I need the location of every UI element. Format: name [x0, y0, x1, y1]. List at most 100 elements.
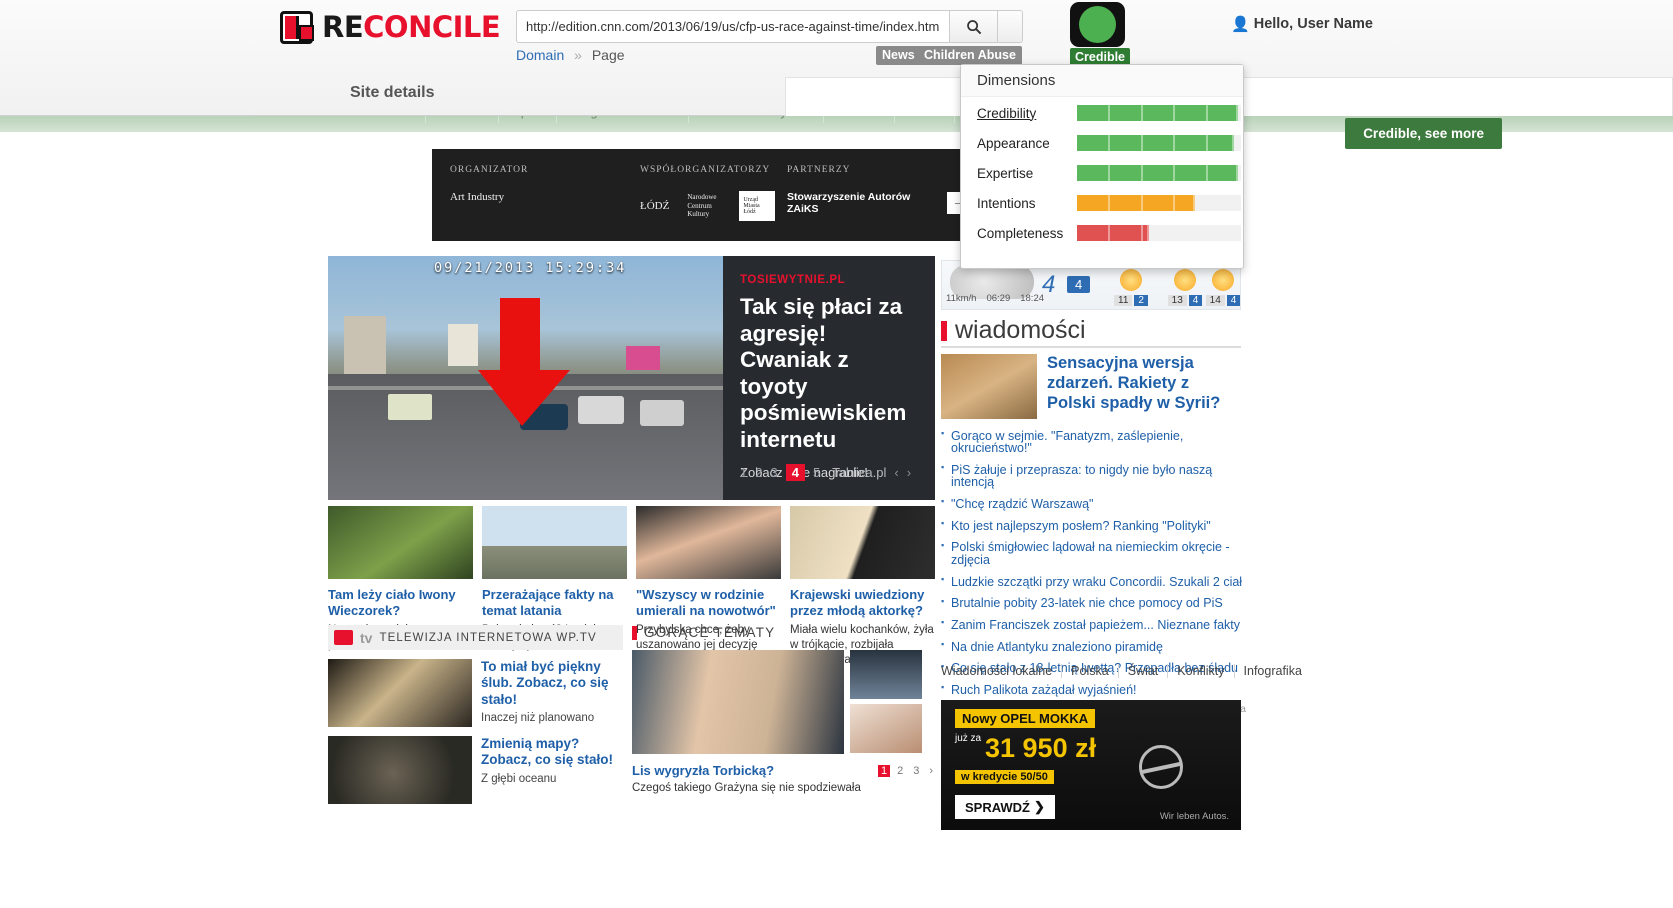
card-title[interactable]: Tam leży ciało Iwony Wieczorek?: [328, 587, 473, 619]
hot-topics-body: [632, 650, 935, 754]
user-greeting[interactable]: 👤 Hello, User Name: [1231, 15, 1373, 33]
green-light-icon: [1079, 6, 1116, 43]
logo-nck: Narodowe Centrum Kultury: [687, 193, 721, 219]
news-tab-swiat[interactable]: Świat: [1119, 664, 1169, 678]
dimension-bar-segment: [1175, 135, 1208, 151]
hot-topics-pagination: 1 2 3 ›: [878, 765, 936, 777]
hot-page-2[interactable]: 2: [894, 765, 906, 777]
hero-page-2[interactable]: 2: [755, 465, 762, 480]
news-list-item[interactable]: Brutalnie pobity 23-latek nie chce pomoc…: [941, 593, 1246, 615]
site-details-tab[interactable]: Site details: [350, 84, 434, 102]
news-section-header: wiadomości: [941, 316, 1086, 345]
news-tab-polska[interactable]: Polska: [1062, 664, 1119, 678]
weather-low: 13: [1168, 295, 1187, 306]
news-list-item[interactable]: Gorąco w sejmie. "Fanatyzm, zaślepienie,…: [941, 425, 1246, 459]
hot-topics-section: GORĄCE TEMATY Lis wygryzła Torbicką? Cze…: [632, 625, 935, 794]
opel-advertisement[interactable]: Nowy OPEL MOKKA już za 31 950 zł w kredy…: [941, 700, 1241, 830]
news-list-item[interactable]: Polski śmigłowiec lądował na niemieckim …: [941, 537, 1246, 571]
news-list-item[interactable]: Kto jest najlepszym posłem? Ranking "Pol…: [941, 515, 1246, 537]
wptv-section: tv TELEWIZJA INTERNETOWA WP.TV To miał b…: [328, 625, 623, 804]
weather-high: 4: [1227, 295, 1241, 306]
dimension-label: Intentions: [977, 196, 1077, 211]
news-lead-article[interactable]: Sensacyjna wersja zdarzeń. Rakiety z Pol…: [941, 354, 1241, 419]
hot-page-1-active[interactable]: 1: [878, 765, 890, 777]
weather-low: 11: [1114, 295, 1132, 306]
credibility-light[interactable]: Credible: [1070, 2, 1130, 66]
wptv-item-desc: Z głębi oceanu: [481, 773, 623, 785]
news-list-item[interactable]: Na dnie Atlantyku znaleziono piramidę: [941, 636, 1246, 658]
breadcrumb-page[interactable]: Page: [592, 47, 625, 63]
card-title[interactable]: "Wszyscy w rodzinie umierali na nowotwór…: [636, 587, 781, 619]
hot-side-thumbnail[interactable]: [850, 650, 922, 699]
card-thumbnail[interactable]: [328, 506, 473, 579]
red-arrow-annotation: [478, 298, 588, 428]
wptv-thumbnail[interactable]: [328, 659, 472, 727]
dimension-row-completeness: Completeness: [961, 219, 1243, 247]
dimension-label: Appearance: [977, 136, 1077, 151]
hero-timestamp: 09/21/2013 15:29:34: [434, 260, 626, 276]
hero-source-link[interactable]: Tablica.pl: [832, 465, 886, 480]
card-thumbnail[interactable]: [790, 506, 935, 579]
hero-next-arrow[interactable]: ›: [907, 465, 911, 480]
card-title[interactable]: Przerażające fakty na temat latania: [482, 587, 627, 619]
card-thumbnail[interactable]: [482, 506, 627, 579]
opel-cta-button[interactable]: SPRAWDŹ ❯: [955, 795, 1055, 819]
news-lead-title[interactable]: Sensacyjna wersja zdarzeń. Rakiety z Pol…: [1047, 354, 1241, 419]
hero-image[interactable]: 09/21/2013 15:29:34: [328, 256, 723, 500]
credible-see-more-button[interactable]: Credible, see more: [1345, 118, 1502, 149]
news-lead-thumbnail[interactable]: [941, 354, 1037, 419]
hero-page-5[interactable]: 5: [813, 465, 820, 480]
hot-page-3[interactable]: 3: [910, 765, 922, 777]
hot-main-image[interactable]: [632, 650, 844, 754]
reconcile-logo-icon: [280, 11, 313, 44]
breadcrumb-domain[interactable]: Domain: [516, 47, 564, 63]
dimension-bar-segment: [1175, 105, 1208, 121]
hero-page-1[interactable]: 1: [740, 465, 747, 480]
dimension-bar-segment: [1110, 105, 1143, 121]
dimension-row-credibility[interactable]: Credibility: [961, 99, 1243, 127]
dimension-label: Expertise: [977, 166, 1077, 181]
wptv-thumbnail[interactable]: [328, 736, 472, 804]
sun-icon: [1120, 269, 1142, 291]
dimension-bar-fill: [1077, 225, 1149, 241]
news-list-item[interactable]: PiS żałuje i przeprasza: to nigdy nie by…: [941, 459, 1246, 493]
wptv-header: tv TELEWIZJA INTERNETOWA WP.TV: [328, 625, 623, 650]
weather-day-temps: 14 4: [1194, 295, 1241, 306]
wptv-item-title[interactable]: To miał być piękny ślub. Zobacz, co się …: [481, 659, 623, 708]
logo-text-concile: CONCILE: [363, 10, 500, 44]
organizer-column: ORGANIZATOR Art Industry: [450, 165, 528, 203]
hero-page-3[interactable]: 3: [770, 465, 777, 480]
organizer-logos: Art Industry: [450, 191, 528, 203]
news-list-item[interactable]: "Chcę rządzić Warszawą": [941, 493, 1246, 515]
opel-credit-terms: w kredycie 50/50: [955, 770, 1054, 784]
hot-side-thumbnail[interactable]: [850, 704, 922, 753]
news-list-item[interactable]: Zanim Franciszek został papieżem... Niez…: [941, 614, 1246, 636]
reconcile-logo-text: RECONCILE: [322, 10, 500, 44]
card-thumbnail[interactable]: [636, 506, 781, 579]
dimension-bar-segment: [1077, 225, 1110, 241]
hero-prev-arrow[interactable]: ‹: [894, 465, 898, 480]
wptv-item[interactable]: To miał być piękny ślub. Zobacz, co się …: [328, 659, 623, 727]
reconcile-logo[interactable]: RECONCILE: [280, 10, 500, 44]
card-title[interactable]: Krajewski uwiedziony przez młodą aktorkę…: [790, 587, 935, 619]
dimension-bar-fill: [1077, 165, 1238, 181]
news-list-item[interactable]: Ruch Palikota zażądał wyjaśnień!: [941, 679, 1246, 701]
hot-next-arrow[interactable]: ›: [926, 765, 936, 777]
url-input[interactable]: [516, 10, 950, 43]
wptv-item-title[interactable]: Zmienią mapy? Zobacz, co się stało!: [481, 736, 623, 769]
tag-news[interactable]: News: [876, 46, 921, 65]
search-button[interactable]: [950, 10, 998, 43]
news-tab-infografika[interactable]: Infografika: [1235, 664, 1311, 678]
organizer-heading: PARTNERZY: [787, 165, 974, 175]
wptv-item-desc: Inaczej niż planowano: [481, 712, 623, 724]
hero-title[interactable]: Tak się płaci za agresję! Cwaniak z toyo…: [740, 294, 918, 453]
wptv-item[interactable]: Zmienią mapy? Zobacz, co się stało! Z gł…: [328, 736, 623, 804]
url-extra-button[interactable]: [998, 10, 1023, 43]
section-accent-bar: [632, 626, 637, 640]
traffic-light-box: [1070, 2, 1125, 47]
hero-page-4-active[interactable]: 4: [786, 464, 805, 481]
news-list-item[interactable]: Ludzkie szczątki przy wraku Concordii. S…: [941, 571, 1246, 593]
news-tab-konflikty[interactable]: Konflikty: [1168, 664, 1234, 678]
news-tab-local[interactable]: Wiadomości lokalne: [941, 664, 1062, 678]
tag-children-abuse[interactable]: Children Abuse: [918, 46, 1022, 65]
